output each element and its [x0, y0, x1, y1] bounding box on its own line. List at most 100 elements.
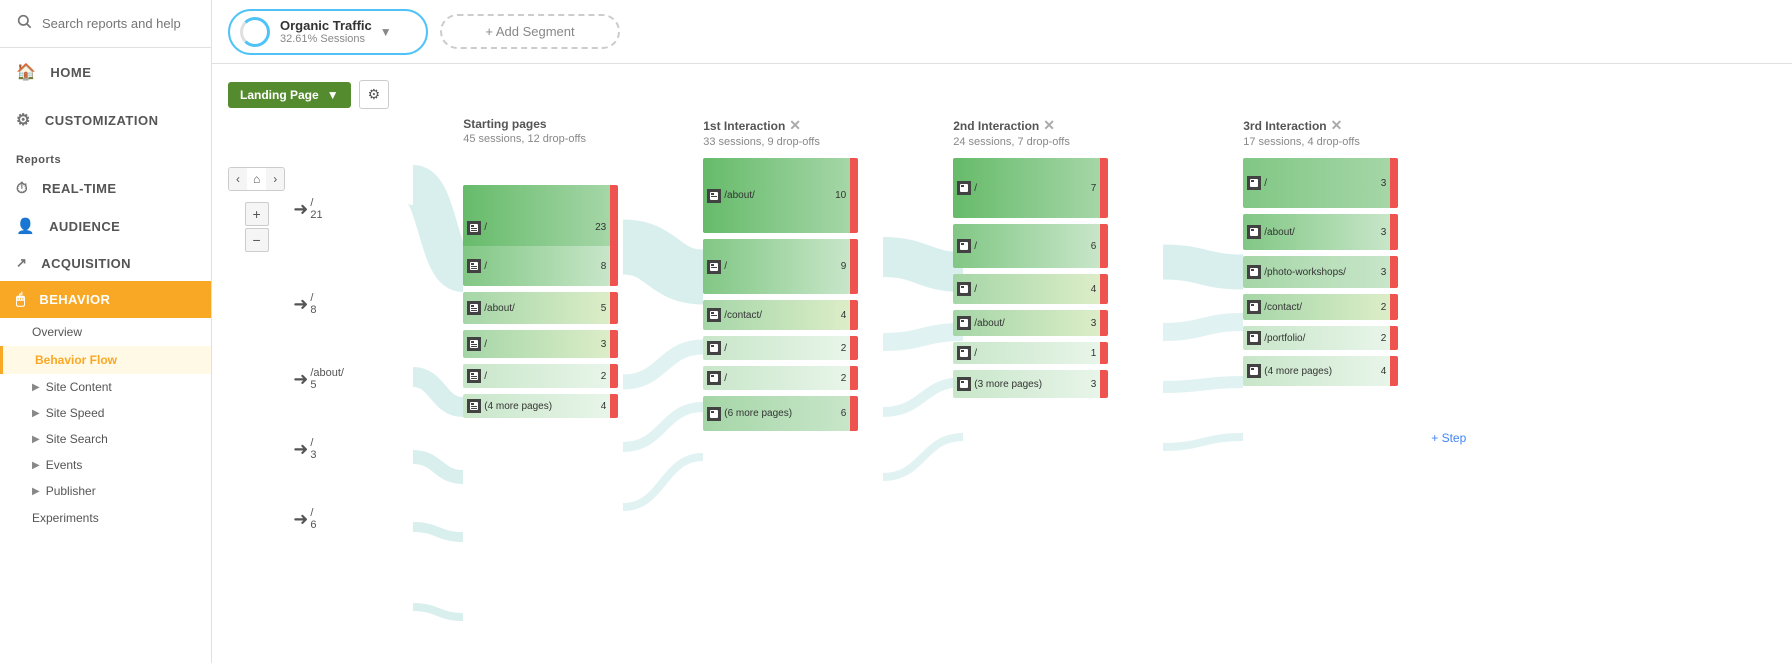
sidebar-item-publisher[interactable]: ▶ Publisher — [0, 478, 211, 504]
second-node-5[interactable]: / 1 — [953, 342, 1108, 364]
flow-controls: Landing Page ▼ ⚙ — [228, 80, 1776, 109]
second-node-2[interactable]: / 6 — [953, 224, 1108, 268]
close-second-interaction[interactable]: ✕ — [1043, 117, 1055, 134]
sidebar-item-audience[interactable]: 👤 AUDIENCE — [0, 207, 211, 245]
flow-area: Landing Page ▼ ⚙ ‹ ⌂ › + − — [212, 64, 1792, 663]
node-icon-s6 — [957, 377, 971, 391]
sidebar-item-realtime[interactable]: ⏱ REAL-TIME — [0, 170, 211, 207]
sidebar-item-behavior-flow[interactable]: Behavior Flow — [0, 346, 211, 374]
starting-node-5[interactable]: / 2 — [463, 364, 618, 388]
drop-s4 — [1100, 310, 1108, 336]
customization-icon: ⚙ — [16, 110, 31, 130]
node-icon-t3 — [1247, 265, 1261, 279]
sidebar-item-experiments[interactable]: Experiments — [0, 504, 211, 532]
zoom-out-button[interactable]: − — [245, 228, 269, 252]
entry-row-1: ➜ / 21 — [293, 197, 322, 221]
dimension-label: Landing Page — [240, 88, 319, 102]
drop-f4 — [850, 336, 858, 360]
audience-icon: 👤 — [16, 217, 35, 235]
expand-arrow-events: ▶ — [32, 460, 40, 471]
organic-traffic-segment[interactable]: Organic Traffic 32.61% Sessions ▼ — [228, 9, 428, 55]
drop-indicator-6 — [610, 394, 618, 418]
third-interaction-sub: 17 sessions, 4 drop-offs — [1243, 136, 1398, 148]
drop-indicator-2 — [610, 246, 618, 286]
drop-t1 — [1390, 158, 1398, 208]
node-icon-f4 — [707, 341, 721, 355]
expand-arrow-site-speed: ▶ — [32, 408, 40, 419]
drop-s6 — [1100, 370, 1108, 398]
third-node-6[interactable]: (4 more pages) 4 — [1243, 356, 1398, 386]
first-interaction-label: 1st Interaction — [703, 119, 785, 133]
zoom-in-button[interactable]: + — [245, 202, 269, 226]
sidebar-item-home[interactable]: 🏠 HOME — [0, 48, 211, 96]
second-interaction-column: 2nd Interaction ✕ 24 sessions, 7 drop-of… — [953, 117, 1108, 404]
starting-node-4[interactable]: / 3 — [463, 330, 618, 358]
sidebar-item-site-content[interactable]: ▶ Site Content — [0, 374, 211, 400]
dimension-button[interactable]: Landing Page ▼ — [228, 82, 351, 108]
drop-t3 — [1390, 256, 1398, 288]
sidebar-item-acquisition[interactable]: ↗ ACQUISITION — [0, 245, 211, 281]
drop-indicator-4 — [610, 330, 618, 358]
node-icon-s3 — [957, 282, 971, 296]
sidebar-item-customization[interactable]: ⚙ CUSTOMIZATION — [0, 96, 211, 144]
drop-t5 — [1390, 326, 1398, 350]
node-icon-s4 — [957, 316, 971, 330]
second-node-1[interactable]: / 7 — [953, 158, 1108, 218]
second-node-4[interactable]: /about/ 3 — [953, 310, 1108, 336]
starting-node-2[interactable]: / 8 — [463, 246, 618, 286]
pan-left-button[interactable]: ‹ — [229, 168, 247, 190]
main-content: Organic Traffic 32.61% Sessions ▼ + Add … — [212, 0, 1792, 663]
first-interaction-column: 1st Interaction ✕ 33 sessions, 9 drop-of… — [703, 117, 858, 437]
first-node-1[interactable]: /about/ 10 — [703, 158, 858, 233]
expand-arrow-site-search: ▶ — [32, 434, 40, 445]
third-node-3[interactable]: /photo-workshops/ 3 — [1243, 256, 1398, 288]
behavior-icon: 🖱 — [16, 291, 25, 308]
flow-diagram-wrapper: ‹ ⌂ › + − — [228, 117, 1776, 663]
settings-button[interactable]: ⚙ — [359, 80, 390, 109]
starting-node-6[interactable]: (4 more pages) 4 — [463, 394, 618, 418]
drop-t2 — [1390, 214, 1398, 250]
first-node-5[interactable]: / 2 — [703, 366, 858, 390]
add-step-button[interactable]: + Step — [1423, 427, 1474, 449]
first-node-4[interactable]: / 2 — [703, 336, 858, 360]
node-icon-t4 — [1247, 300, 1261, 314]
sidebar-item-behavior[interactable]: 🖱 BEHAVIOR — [0, 281, 211, 318]
sidebar-item-events[interactable]: ▶ Events — [0, 452, 211, 478]
node-icon-f3 — [707, 308, 721, 322]
node-icon-f5 — [707, 371, 721, 385]
first-node-6[interactable]: (6 more pages) 6 — [703, 396, 858, 431]
starting-pages-sub: 45 sessions, 12 drop-offs — [463, 133, 618, 145]
node-icon-f6 — [707, 407, 721, 421]
node-icon-4 — [467, 337, 481, 351]
segment-pct: 32.61% Sessions — [280, 33, 372, 45]
third-node-4[interactable]: /contact/ 2 — [1243, 294, 1398, 320]
add-segment-button[interactable]: + Add Segment — [440, 14, 620, 49]
segment-circle-icon — [240, 17, 270, 47]
starting-node-3[interactable]: /about/ 5 — [463, 292, 618, 324]
search-input[interactable] — [42, 16, 195, 31]
pan-controls: ‹ ⌂ › — [228, 167, 285, 191]
sankey-diagram: ➜ / 21 ➜ / 8 ➜ — [293, 117, 1693, 663]
drop-f6 — [850, 396, 858, 431]
sidebar-item-overview[interactable]: Overview — [0, 318, 211, 346]
entry-row-4: ➜ / 3 — [293, 437, 316, 461]
second-interaction-label: 2nd Interaction — [953, 119, 1039, 133]
sidebar-item-site-search[interactable]: ▶ Site Search — [0, 426, 211, 452]
close-third-interaction[interactable]: ✕ — [1331, 117, 1343, 134]
third-node-2[interactable]: /about/ 3 — [1243, 214, 1398, 250]
sidebar-item-site-speed[interactable]: ▶ Site Speed — [0, 400, 211, 426]
pan-right-button[interactable]: › — [266, 168, 284, 190]
expand-arrow-site-content: ▶ — [32, 382, 40, 393]
second-node-3[interactable]: / 4 — [953, 274, 1108, 304]
first-node-3[interactable]: /contact/ 4 — [703, 300, 858, 330]
entry-row-3: ➜ /about/ 5 — [293, 367, 344, 391]
third-node-1[interactable]: / 3 — [1243, 158, 1398, 208]
second-node-6[interactable]: (3 more pages) 3 — [953, 370, 1108, 398]
segment-dropdown-arrow: ▼ — [380, 25, 392, 39]
close-first-interaction[interactable]: ✕ — [789, 117, 801, 134]
expand-arrow-publisher: ▶ — [32, 486, 40, 497]
node-icon-t1 — [1247, 176, 1261, 190]
first-node-2[interactable]: / 9 — [703, 239, 858, 294]
third-node-5[interactable]: /portfolio/ 2 — [1243, 326, 1398, 350]
dimension-dropdown-arrow: ▼ — [327, 88, 339, 102]
